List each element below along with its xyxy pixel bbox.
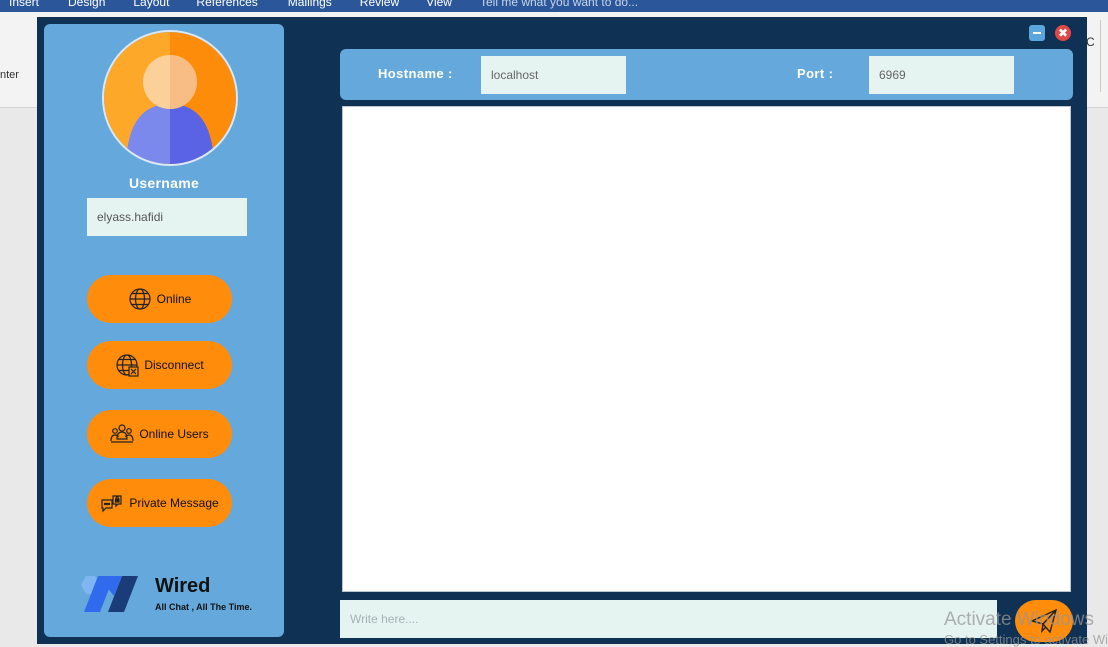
globe-icon <box>128 287 152 311</box>
chat-messages-area[interactable] <box>342 106 1071 592</box>
tell-me-search[interactable]: Tell me what you want to do... <box>480 0 638 9</box>
hostname-input[interactable] <box>481 56 626 94</box>
disconnect-button-label: Disconnect <box>144 358 204 372</box>
online-button[interactable]: Online <box>87 275 232 323</box>
close-icon: ✖ <box>1057 26 1069 40</box>
ribbon-tab-view[interactable]: View <box>426 0 452 9</box>
ribbon-tab-design[interactable]: Design <box>68 0 105 9</box>
port-input[interactable] <box>869 56 1014 94</box>
connection-bar: Hostname : Port : <box>340 49 1073 100</box>
sidebar-panel: Username Online Disconnect Online Users <box>44 24 284 637</box>
ribbon-tab-insert[interactable]: Insert <box>9 0 39 9</box>
online-users-button-label: Online Users <box>139 427 209 441</box>
activate-windows-subtext: Go to Settings to activate Windows. <box>944 632 1108 647</box>
word-ribbon-tabs: Insert Design Layout References Mailings… <box>0 0 1108 12</box>
ribbon-tab-mailings[interactable]: Mailings <box>288 0 332 9</box>
ribbon-tab-layout[interactable]: Layout <box>133 0 169 9</box>
ribbon-scroll-strip <box>1100 20 1108 92</box>
users-group-icon <box>110 422 134 446</box>
globe-disconnect-icon <box>115 353 139 377</box>
activate-windows-watermark: Activate Windows <box>944 609 1094 630</box>
private-message-button-label: Private Message <box>129 496 219 510</box>
user-avatar-icon <box>104 32 236 164</box>
username-label: Username <box>128 175 200 191</box>
ribbon-enter-text: nter <box>0 69 19 81</box>
chat-app-window: Username Online Disconnect Online Users <box>37 17 1087 644</box>
hostname-label: Hostname : <box>378 66 453 81</box>
private-message-button[interactable]: Private Message <box>87 479 232 527</box>
username-input[interactable] <box>87 198 247 236</box>
ribbon-c-letter: C <box>1086 35 1095 49</box>
online-button-label: Online <box>156 292 192 306</box>
disconnect-button[interactable]: Disconnect <box>87 341 232 389</box>
ribbon-tab-references[interactable]: References <box>196 0 257 9</box>
close-button[interactable]: ✖ <box>1055 25 1071 41</box>
wired-logo-icon <box>81 576 138 612</box>
port-label: Port : <box>797 66 834 81</box>
message-input[interactable] <box>340 600 997 638</box>
logo-tagline: All Chat , All The Time. <box>155 602 253 612</box>
logo-name: Wired <box>155 575 211 597</box>
ribbon-tab-review[interactable]: Review <box>360 0 399 9</box>
private-chat-icon <box>100 491 124 515</box>
online-users-button[interactable]: Online Users <box>87 410 232 458</box>
avatar <box>102 30 238 166</box>
minimize-button[interactable] <box>1029 25 1045 41</box>
